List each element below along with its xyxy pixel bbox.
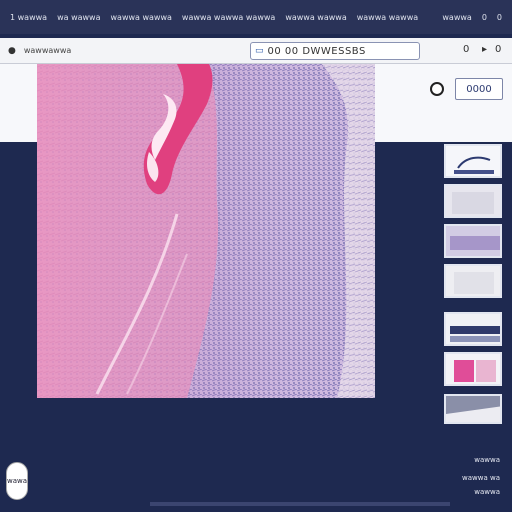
menu-item-3[interactable]: wawwa wawwa (111, 13, 172, 22)
status-line-1: wawwa (474, 456, 500, 464)
floating-action-button[interactable]: wawa (6, 462, 28, 500)
thumb-image-7 (446, 396, 500, 422)
menu-item-5[interactable]: wawwa wawwa (285, 13, 346, 22)
zoom-level-field[interactable]: 0000 (455, 78, 503, 100)
thumbnail-2[interactable] (444, 184, 502, 218)
menu-item-2[interactable]: wa wawwa (57, 13, 100, 22)
top-menu-bar: 1 wawwa wa wawwa wawwa wawwa wawwa wawwa… (0, 0, 512, 34)
thumb-image-1 (446, 146, 500, 176)
menu-item-1[interactable]: 1 wawwa (10, 13, 47, 22)
more-icon[interactable]: ▸ (482, 44, 487, 55)
tissue-image (37, 64, 375, 398)
menu-right-label[interactable]: wawwa (442, 13, 471, 22)
slide-viewer[interactable] (37, 64, 375, 398)
thumb-image-2 (446, 186, 500, 216)
back-icon[interactable]: ● (8, 46, 16, 56)
zoom-toggle-icon[interactable] (430, 82, 444, 96)
info-icon[interactable]: 0 (482, 13, 487, 22)
thumbnail-strip (440, 140, 506, 470)
bottom-scrollbar[interactable] (150, 502, 450, 506)
search-input[interactable]: ▭ 00 00 DWWESSBS (250, 42, 420, 60)
thumbnail-5[interactable] (444, 312, 502, 346)
status-line-3: wawwa (474, 488, 500, 496)
thumb-image-6 (446, 354, 500, 384)
search-value: 00 00 DWWESSBS (267, 45, 366, 57)
thumbnail-6[interactable] (444, 352, 502, 386)
thumb-image-3 (446, 226, 500, 256)
fab-label: wawa (6, 477, 28, 485)
viewer-toolbar: ● wawwawwa ▭ 00 00 DWWESSBS 0 ▸ 0 (0, 38, 512, 64)
power-icon[interactable]: 0 (497, 13, 502, 22)
thumbnail-3[interactable] (444, 224, 502, 258)
menu-item-6[interactable]: wawwa wawwa (357, 13, 418, 22)
zoom-value: 0000 (466, 83, 492, 95)
thumbnail-1[interactable] (444, 144, 502, 178)
status-line-2: wawwa wa (462, 474, 500, 482)
slide-title: wawwawwa (23, 46, 72, 55)
expand-icon[interactable]: 0 (495, 44, 501, 55)
settings-icon[interactable]: 0 (463, 44, 469, 55)
thumb-image-4 (446, 266, 500, 296)
thumb-image-5 (446, 314, 500, 344)
search-icon: ▭ (255, 46, 264, 56)
thumbnail-4[interactable] (444, 264, 502, 298)
thumbnail-7[interactable] (444, 394, 502, 424)
menu-item-4[interactable]: wawwa wawwa wawwa (182, 13, 275, 22)
